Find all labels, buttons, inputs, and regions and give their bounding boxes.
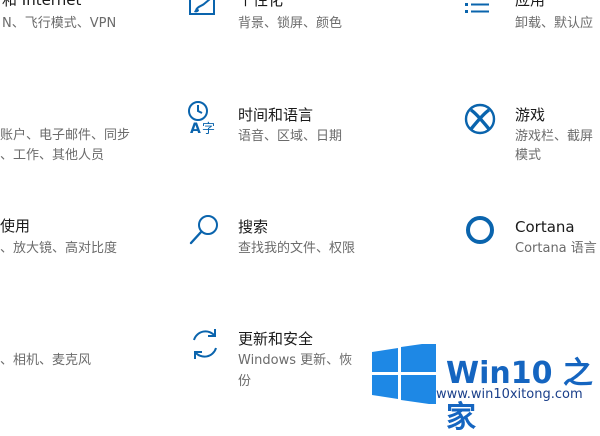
tile-search[interactable]: 搜索 查找我的文件、权限 [185,210,365,260]
tile-accounts-desc-2: 、工作、其他人员 [0,148,105,163]
tile-personalization[interactable]: 个性化 背景、锁屏、颜色 [185,0,365,40]
magnifier-icon [188,213,222,247]
tile-apps-title: 应用 [515,0,546,9]
tile-network-desc: N、飞行模式、VPN [2,16,117,31]
tile-cortana-title: Cortana [515,218,575,236]
time-language-icon: A 字 [187,100,221,136]
tile-ease-of-access[interactable]: 使用 、放大镜、高对比度 [0,215,150,265]
tile-personalization-desc: 背景、锁屏、颜色 [238,16,343,31]
tile-gaming-desc-2: 模式 [515,148,542,163]
svg-text:字: 字 [202,122,215,136]
tile-update-security-desc-1: Windows 更新、恢 [238,353,353,368]
tile-personalization-title: 个性化 [238,0,284,9]
tile-cortana-desc: Cortana 语言 [515,241,597,256]
tile-time-language[interactable]: A 字 时间和语言 语音、区域、日期 [185,98,365,148]
tile-search-desc: 查找我的文件、权限 [238,241,356,256]
svg-text:A: A [190,121,201,136]
tile-network[interactable]: 和 Internet N、飞行模式、VPN [0,0,150,40]
tile-cortana[interactable]: Cortana Cortana 语言 [460,210,600,260]
tile-ease-title: 使用 [0,217,31,235]
tile-gaming[interactable]: 游戏 游戏栏、截屏 模式 [460,98,600,168]
cortana-ring-icon [464,214,496,246]
tile-gaming-title: 游戏 [515,106,546,124]
tile-ease-desc: 、放大镜、高对比度 [0,241,118,256]
tile-time-language-title: 时间和语言 [238,106,314,124]
tile-network-title: 和 Internet [2,0,82,9]
watermark: Win10 之家 www.win10xitong.com [368,336,600,435]
tile-update-security[interactable]: 更新和安全 Windows 更新、恢 份 [185,322,365,392]
tile-apps[interactable]: 应用 卸载、默认应 [460,0,600,40]
windows-logo-icon [370,342,440,408]
watermark-url: www.win10xitong.com [436,387,583,402]
tile-update-security-title: 更新和安全 [238,330,314,348]
tile-update-security-desc-2: 份 [238,374,252,389]
tile-accounts[interactable]: 账户、电子邮件、同步 、工作、其他人员 [0,120,150,170]
tile-gaming-desc-1: 游戏栏、截屏 [515,129,594,144]
refresh-icon [188,326,222,362]
xbox-icon [463,102,497,136]
tile-accounts-desc-1: 账户、电子邮件、同步 [0,128,131,143]
tile-apps-desc: 卸载、默认应 [515,16,594,31]
tile-time-language-desc: 语音、区域、日期 [238,129,343,144]
tile-privacy[interactable]: 、相机、麦克风 [0,345,150,375]
tile-search-title: 搜索 [238,218,269,236]
paint-brush-icon [188,0,220,24]
tile-privacy-desc: 、相机、麦克风 [0,353,92,368]
apps-list-icon [463,0,493,22]
